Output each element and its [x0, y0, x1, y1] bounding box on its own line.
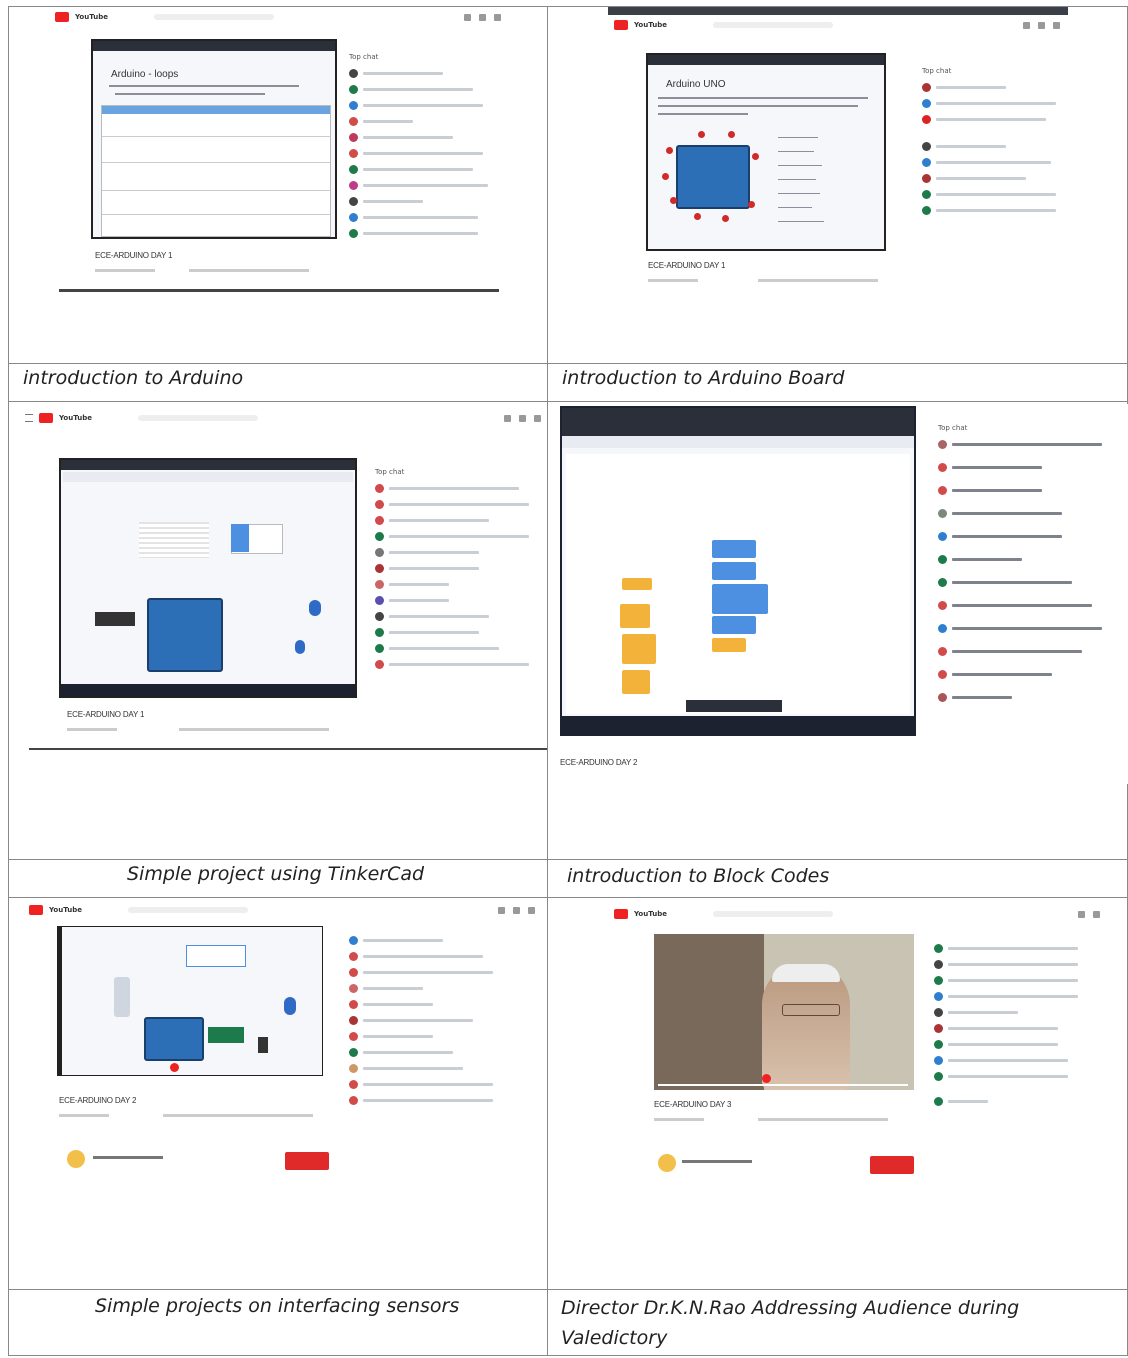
youtube-screenshot: ECE-ARDUINO DAY 2 Top chat [558, 404, 1128, 784]
camera-icon[interactable] [1078, 910, 1085, 918]
caption-arduino-board: introduction to Arduino Board [562, 367, 845, 389]
camera-icon[interactable] [464, 13, 471, 21]
bell-icon[interactable] [1053, 21, 1060, 29]
apps-icon[interactable] [519, 414, 526, 422]
channel-avatar[interactable] [67, 1150, 85, 1168]
video-player[interactable] [57, 926, 323, 1076]
live-chat: Top chat [938, 424, 1118, 709]
row-divider [9, 1289, 1127, 1290]
live-chat [934, 944, 1094, 1113]
live-chat [349, 936, 519, 1112]
apps-icon[interactable] [479, 13, 486, 21]
caption-block-codes: introduction to Block Codes [567, 865, 830, 887]
video-player[interactable] [560, 406, 916, 736]
speaker-video [762, 964, 850, 1090]
youtube-screenshot: YouTube ECE-ARDUINO DAY 2 [23, 900, 543, 1220]
slide-title: Arduino UNO [666, 79, 726, 90]
cell-valedictory: YouTube ECE-ARDUINO DAY 3 [548, 898, 1128, 1289]
cell-interfacing-sensors: YouTube ECE-ARDUINO DAY 2 [9, 898, 547, 1289]
bell-icon[interactable] [534, 414, 541, 422]
search-bar[interactable] [712, 22, 833, 28]
youtube-header: YouTube [608, 15, 1068, 35]
youtube-header: YouTube [49, 7, 509, 27]
search-bar[interactable] [127, 907, 248, 913]
row-divider [9, 859, 1127, 860]
youtube-logo-icon [39, 413, 53, 423]
live-chat: Top chat [922, 67, 1062, 222]
youtube-logo-icon [55, 12, 69, 22]
screenshot-grid: YouTube Arduino - loops ECE-ARDUINO DAY … [8, 6, 1128, 1356]
youtube-logo-text: YouTube [634, 910, 667, 918]
caption-intro-arduino: introduction to Arduino [23, 367, 244, 389]
arduino-board-image [676, 145, 750, 209]
video-player[interactable]: Arduino UNO [646, 53, 886, 251]
video-player[interactable]: Arduino - loops [91, 39, 337, 239]
live-chat: Top chat [375, 468, 535, 676]
menu-icon[interactable] [25, 414, 33, 422]
live-chat: Top chat [349, 53, 499, 245]
chat-header: Top chat [922, 67, 952, 75]
video-title: ECE-ARDUINO DAY 1 [95, 251, 173, 260]
youtube-screenshot: YouTube Arduino UNO ECE-ARDUINO DAY 1 To… [608, 15, 1068, 305]
slide-title: Arduino - loops [111, 69, 179, 80]
arduino-board-image [147, 598, 223, 672]
video-title: ECE-ARDUINO DAY 2 [59, 1096, 137, 1105]
search-bar[interactable] [712, 911, 833, 917]
youtube-logo-icon [614, 20, 628, 30]
youtube-screenshot: YouTube ECE-ARDUINO DAY 3 [608, 904, 1108, 1194]
caption-interfacing-sensors: Simple projects on interfacing sensors [95, 1295, 460, 1317]
youtube-logo-text: YouTube [634, 21, 667, 29]
video-title: ECE-ARDUINO DAY 3 [654, 1100, 732, 1109]
video-player[interactable] [654, 934, 914, 1090]
caption-valedictory: Director Dr.K.N.Rao Addressing Audience … [561, 1297, 1020, 1349]
camera-icon[interactable] [498, 906, 505, 914]
row-divider [9, 363, 1127, 364]
search-bar[interactable] [153, 14, 274, 20]
chat-header: Top chat [349, 53, 379, 61]
search-bar[interactable] [137, 415, 258, 421]
chat-header: Top chat [938, 424, 968, 432]
youtube-logo-icon [614, 909, 628, 919]
youtube-logo-text: YouTube [59, 414, 92, 422]
caption-tinkercad: Simple project using TinkerCad [127, 863, 425, 885]
youtube-logo-text: YouTube [75, 13, 108, 21]
apps-icon[interactable] [513, 906, 520, 914]
youtube-header: YouTube [19, 408, 547, 428]
video-title: ECE-ARDUINO DAY 2 [560, 758, 638, 767]
cell-block-codes: ECE-ARDUINO DAY 2 Top chat [548, 402, 1128, 859]
bell-icon[interactable] [494, 13, 501, 21]
youtube-header: YouTube [608, 904, 1108, 924]
channel-avatar[interactable] [658, 1154, 676, 1172]
camera-icon[interactable] [504, 414, 511, 422]
channel-name[interactable] [682, 1160, 752, 1163]
cell-intro-arduino: YouTube Arduino - loops ECE-ARDUINO DAY … [9, 7, 547, 363]
video-title: ECE-ARDUINO DAY 1 [648, 261, 726, 270]
chat-header: Top chat [375, 468, 405, 476]
cell-arduino-board: YouTube Arduino UNO ECE-ARDUINO DAY 1 To… [548, 7, 1128, 363]
apps-icon[interactable] [1093, 910, 1100, 918]
apps-icon[interactable] [1038, 21, 1045, 29]
slide-table [101, 105, 331, 237]
subscribe-button[interactable] [870, 1156, 914, 1174]
video-title: ECE-ARDUINO DAY 1 [67, 710, 145, 719]
cell-tinkercad: YouTube ECE-ARDUINO DAY 1 Top chat [9, 402, 547, 859]
arduino-board-image [144, 1017, 204, 1061]
youtube-screenshot: YouTube ECE-ARDUINO DAY 1 Top chat [19, 408, 547, 758]
camera-icon[interactable] [1023, 21, 1030, 29]
bell-icon[interactable] [528, 906, 535, 914]
subscribe-button[interactable] [285, 1152, 329, 1170]
video-player[interactable] [59, 458, 357, 698]
channel-name[interactable] [93, 1156, 163, 1159]
youtube-logo-text: YouTube [49, 906, 82, 914]
youtube-logo-icon [29, 905, 43, 915]
youtube-screenshot: YouTube Arduino - loops ECE-ARDUINO DAY … [49, 7, 509, 297]
youtube-header: YouTube [23, 900, 543, 920]
